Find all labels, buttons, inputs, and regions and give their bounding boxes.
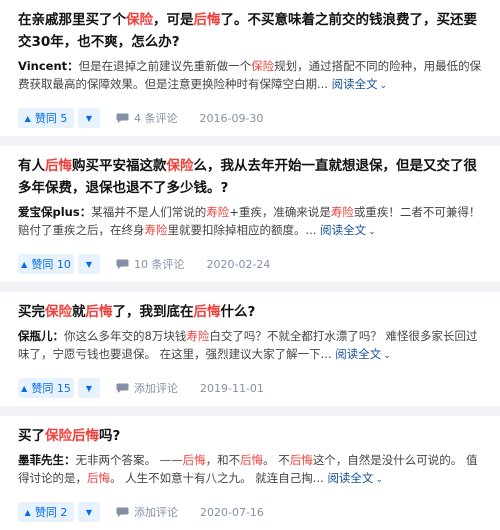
action-bar: ▲ 赞同 10 ▼ 10 条评论 2020-02-24 [18,246,482,282]
upvote-label: 赞同 2 [34,506,68,519]
comment-button[interactable]: 添加评论 [116,504,178,520]
keyword-highlight: 寿险 [144,223,168,237]
result-card: 有人后悔购买平安福这款保险么，我从去年开始一直就想退保，但是又交了很多年保费，退… [0,146,500,282]
excerpt-text: 你这么多年交的8万块钱寿险白交了吗？不就全都打水漂了吗？ 难怪很多家长回过味了，… [18,329,478,361]
keyword-highlight: 后悔 [193,304,221,320]
upvote-button[interactable]: ▲ 赞同 10 [18,254,74,274]
excerpt-text: 无非两个答案。 ——后悔，和不后悔。 不后悔这个，自然是没什么可说的。 值得讨论… [18,453,478,485]
triangle-up-icon: ▲ [24,113,31,123]
keyword-highlight: 后悔 [72,428,99,444]
result-card: 买完保险就后悔了，我到底在后悔什么? 保瓶儿：你这么多年交的8万块钱寿险白交了吗… [0,292,500,406]
keyword-highlight: 寿险 [330,205,354,219]
read-more-label: 阅读全文 [327,471,374,485]
answer-author[interactable]: 爱宝保plus： [18,205,91,219]
answer-author[interactable]: 保瓶儿： [18,329,64,343]
triangle-up-icon: ▲ [24,507,31,517]
comment-label: 添加评论 [134,382,178,395]
keyword-highlight: 保险 [45,428,72,444]
keyword-highlight: 后悔 [87,471,110,485]
excerpt-text: 但是在退掉之前建议先重新做一个保险规划，通过搭配不同的险种，用最低的保费获取最高… [18,59,482,91]
triangle-up-icon: ▲ [21,259,28,269]
triangle-down-icon: ▼ [85,113,93,123]
keyword-highlight: 后悔 [182,453,206,467]
upvote-button[interactable]: ▲ 赞同 2 [18,502,74,522]
triangle-down-icon: ▼ [85,259,93,269]
chevron-down-icon: ⌄ [383,351,391,361]
keyword-highlight: 寿险 [206,205,230,219]
chevron-down-icon: ⌄ [375,475,383,485]
keyword-highlight: 后悔 [85,304,113,320]
keyword-highlight: 保险 [166,158,194,174]
keyword-highlight: 后悔 [240,453,264,467]
comment-label: 4 条评论 [134,112,178,125]
read-more-link[interactable]: 阅读全文 ⌄ [320,223,376,237]
action-bar: ▲ 赞同 5 ▼ 4 条评论 2016-09-30 [18,100,482,136]
keyword-highlight: 保险 [126,12,153,28]
comment-icon [116,383,129,393]
question-title[interactable]: 买了保险后悔吗? [18,425,482,447]
keyword-highlight: 保险 [45,304,72,320]
result-card: 买了保险后悔吗? 墨菲先生：无非两个答案。 ——后悔，和不后悔。 不后悔这个，自… [0,416,500,530]
upvote-label: 赞同 10 [31,258,71,271]
answer-excerpt[interactable]: 墨菲先生：无非两个答案。 ——后悔，和不后悔。 不后悔这个，自然是没什么可说的。… [18,451,482,489]
upvote-label: 赞同 15 [31,382,71,395]
read-more-label: 阅读全文 [331,77,378,91]
triangle-down-icon: ▼ [85,383,93,393]
downvote-button[interactable]: ▼ [78,502,100,522]
triangle-up-icon: ▲ [21,383,28,393]
comment-icon [116,259,129,269]
read-more-label: 阅读全文 [320,223,367,237]
result-card: 在亲戚那里买了个保险，可是后悔了。不买意味着之前交的钱浪费了，买还要交30年，也… [0,0,500,136]
keyword-highlight: 后悔 [289,453,313,467]
answer-date: 2020-07-16 [200,505,264,519]
answer-excerpt[interactable]: 爱宝保plus：某福并不是人们常说的寿险+重疾，准确来说是寿险或重疾！二者不可兼… [18,203,482,241]
search-results-feed: 在亲戚那里买了个保险，可是后悔了。不买意味着之前交的钱浪费了，买还要交30年，也… [0,0,500,530]
answer-date: 2016-09-30 [199,111,264,125]
downvote-button[interactable]: ▼ [78,108,100,128]
keyword-highlight: 寿险 [186,329,210,343]
question-title[interactable]: 有人后悔购买平安福这款保险么，我从去年开始一直就想退保，但是又交了很多年保费，退… [18,155,482,199]
upvote-label: 赞同 5 [34,112,68,125]
read-more-link[interactable]: 阅读全文 ⌄ [327,471,383,485]
read-more-link[interactable]: 阅读全文 ⌄ [332,77,388,91]
action-bar: ▲ 赞同 2 ▼ 添加评论 2020-07-16 [18,494,482,530]
answer-excerpt[interactable]: 保瓶儿：你这么多年交的8万块钱寿险白交了吗？不就全都打水漂了吗？ 难怪很多家长回… [18,327,482,365]
comment-button[interactable]: 10 条评论 [116,256,185,272]
downvote-button[interactable]: ▼ [78,254,100,274]
comment-label: 10 条评论 [134,258,185,271]
comment-label: 添加评论 [134,506,178,519]
chevron-down-icon: ⌄ [368,227,376,237]
comment-icon [116,113,129,123]
keyword-highlight: 后悔 [193,12,221,28]
downvote-button[interactable]: ▼ [78,378,100,398]
chevron-down-icon: ⌄ [379,81,388,91]
answer-author[interactable]: Vincent： [18,59,79,73]
answer-date: 2020-02-24 [206,257,271,271]
keyword-highlight: 后悔 [45,158,72,174]
upvote-button[interactable]: ▲ 赞同 15 [18,378,74,398]
upvote-button[interactable]: ▲ 赞同 5 [18,108,74,128]
comment-icon [116,507,129,517]
read-more-label: 阅读全文 [335,347,382,361]
question-title[interactable]: 买完保险就后悔了，我到底在后悔什么? [18,301,482,323]
answer-author[interactable]: 墨菲先生： [18,453,76,467]
triangle-down-icon: ▼ [85,507,93,517]
read-more-link[interactable]: 阅读全文 ⌄ [335,347,391,361]
comment-button[interactable]: 4 条评论 [116,110,178,126]
answer-excerpt[interactable]: Vincent：但是在退掉之前建议先重新做一个保险规划，通过搭配不同的险种，用最… [18,57,482,95]
question-title[interactable]: 在亲戚那里买了个保险，可是后悔了。不买意味着之前交的钱浪费了，买还要交30年，也… [18,9,482,53]
answer-date: 2019-11-01 [200,381,264,395]
action-bar: ▲ 赞同 15 ▼ 添加评论 2019-11-01 [18,370,482,406]
comment-button[interactable]: 添加评论 [116,380,178,396]
keyword-highlight: 保险 [251,59,275,73]
